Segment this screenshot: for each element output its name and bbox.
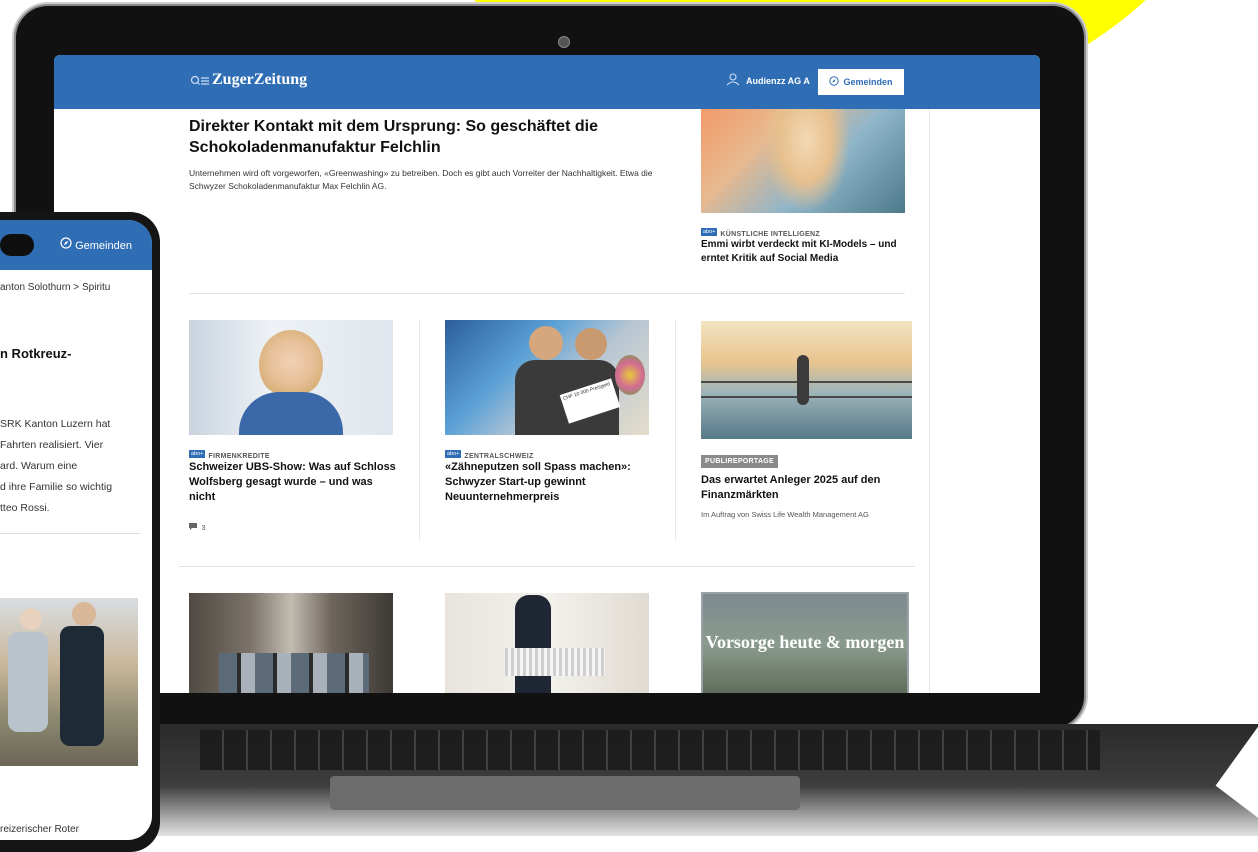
site-header: ZugerZeitung Audienzz AG A Gemeinden [54,55,1040,109]
promo-text: Vorsorge heute & morgen [705,632,905,652]
teaser-line: d ihre Familie so wichtig [0,481,113,493]
card-title[interactable]: Das erwartet Anleger 2025 auf den Finanz… [701,473,911,503]
publireportage-badge: PUBLIREPORTAGE [701,455,779,468]
card-image-finance[interactable] [701,321,912,439]
gemeinden-button[interactable]: Gemeinden [818,69,904,95]
article-title[interactable]: n Rotkreuz- [0,346,72,361]
trackpad [330,776,800,810]
article-image-elderly[interactable] [0,598,138,766]
lead-article-title[interactable]: Direkter Kontakt mit dem Ursprung: So ge… [189,116,669,158]
search-menu-icon[interactable] [190,75,210,90]
laptop-screen: ZugerZeitung Audienzz AG A Gemeinden Dir… [54,55,1040,693]
card-image-street[interactable] [189,593,393,693]
site-logo[interactable]: ZugerZeitung [212,71,307,89]
user-icon[interactable] [726,73,740,89]
keyboard [200,730,1100,770]
abo-badge: abo+ [701,227,718,236]
comment-icon [189,517,197,534]
divider [179,566,915,567]
teaser-line: tteo Rossi. [0,502,50,514]
lead-article-teaser: Unternehmen wird oft vorgeworfen, «Green… [189,168,653,191]
promo-box[interactable]: Vorsorge heute & morgen [701,592,909,693]
side-article-title[interactable]: Emmi wirbt verdeckt mit KI-Models – und … [701,238,911,266]
phone-screen: Gemeinden anton Solothurn > Spiritu n Ro… [0,220,152,840]
breadcrumb[interactable]: anton Solothurn > Spiritu [0,282,110,293]
teaser-line: ard. Warum eine [0,460,78,472]
card-title[interactable]: «Zähneputzen soll Spass machen»: Schwyze… [445,460,655,505]
side-article-image[interactable] [701,109,905,213]
card-tag[interactable]: ZENTRALSCHWEIZ [464,453,533,460]
card-sponsor: Im Auftrag von Swiss Life Wealth Managem… [701,510,869,519]
dynamic-island [0,234,34,256]
phone-header: Gemeinden [0,220,152,270]
divider [0,533,140,534]
side-article-tag[interactable]: KÜNSTLICHE INTELLIGENZ [720,231,820,238]
phone-gemeinden-link[interactable]: Gemeinden [60,237,132,252]
teaser-line: SRK Kanton Luzern hat [0,418,111,430]
article-snippet: reizerischer Roter [0,824,79,835]
camera-icon [558,36,570,48]
publireportage-badge-wrap: PUBLIREPORTAGE [701,450,779,468]
column-divider [929,109,930,693]
divider [189,293,905,294]
comment-count-value: 3 [201,525,206,532]
abo-badge: abo+ [189,449,206,458]
comment-count[interactable]: 3 [189,517,205,535]
card-image-room[interactable] [445,593,649,693]
user-name[interactable]: Audienzz AG A [746,76,810,86]
gemeinden-label: Gemeinden [75,240,132,252]
teaser-line: Fahrten realisiert. Vier [0,439,104,451]
card-image-startup[interactable]: CHF 10 000 Preisgeld [445,320,649,435]
abo-badge: abo+ [445,449,462,458]
compass-icon [829,76,840,88]
column-divider [419,320,420,540]
card-title[interactable]: Schweizer UBS-Show: Was auf Schloss Wolf… [189,460,399,505]
column-divider [675,320,676,540]
compass-icon [60,237,72,252]
article-teaser: SRK Kanton Luzern hat Fahrten realisiert… [0,414,152,519]
card-tag[interactable]: FIRMENKREDITE [208,453,269,460]
card-image-ubs[interactable] [189,320,393,435]
gemeinden-label: Gemeinden [843,77,893,87]
